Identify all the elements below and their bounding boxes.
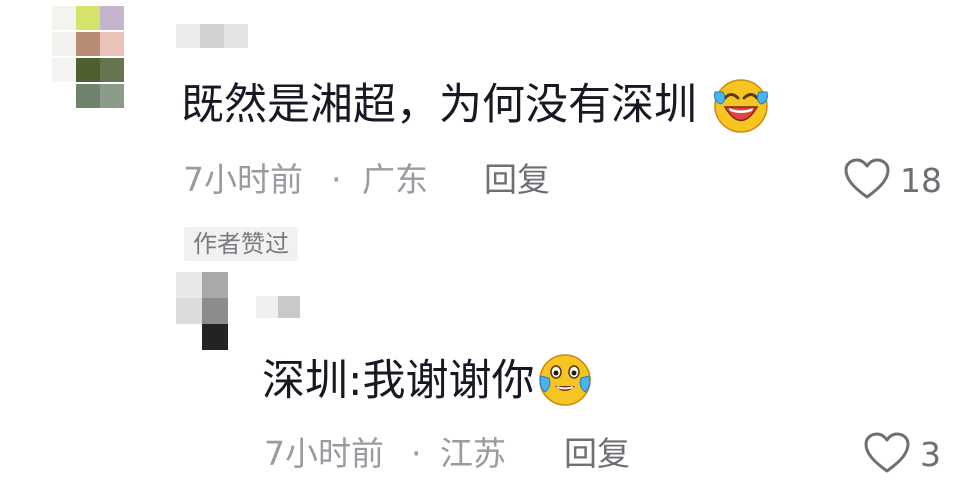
reply-button[interactable]: 回复: [564, 437, 630, 470]
comment-text: 既然是湘超，为何没有深圳: [181, 80, 697, 130]
meta-separator: ·: [331, 160, 342, 199]
author-liked-badge: 作者赞过: [184, 227, 298, 261]
reply-time: 7小时前: [264, 434, 384, 473]
grinning-squinting-tears-emoji: [714, 79, 768, 133]
username-blurred[interactable]: [176, 24, 248, 48]
like-count: 3: [920, 435, 941, 474]
reply-button[interactable]: 回复: [484, 163, 550, 196]
reply-avatar[interactable]: [176, 272, 230, 350]
avatar[interactable]: [52, 6, 152, 124]
heart-icon[interactable]: [843, 157, 891, 201]
tearful-grin-emoji: [539, 354, 591, 406]
heart-icon[interactable]: [863, 431, 911, 475]
comment-time: 7小时前: [183, 160, 303, 199]
reply-location: 江苏: [440, 434, 506, 473]
comment-location: 广东: [362, 160, 428, 199]
meta-separator: ·: [411, 434, 422, 473]
reply-text: 深圳:我谢谢你: [262, 356, 535, 406]
like-count: 18: [900, 161, 942, 200]
reply-username-blurred[interactable]: [256, 296, 300, 318]
